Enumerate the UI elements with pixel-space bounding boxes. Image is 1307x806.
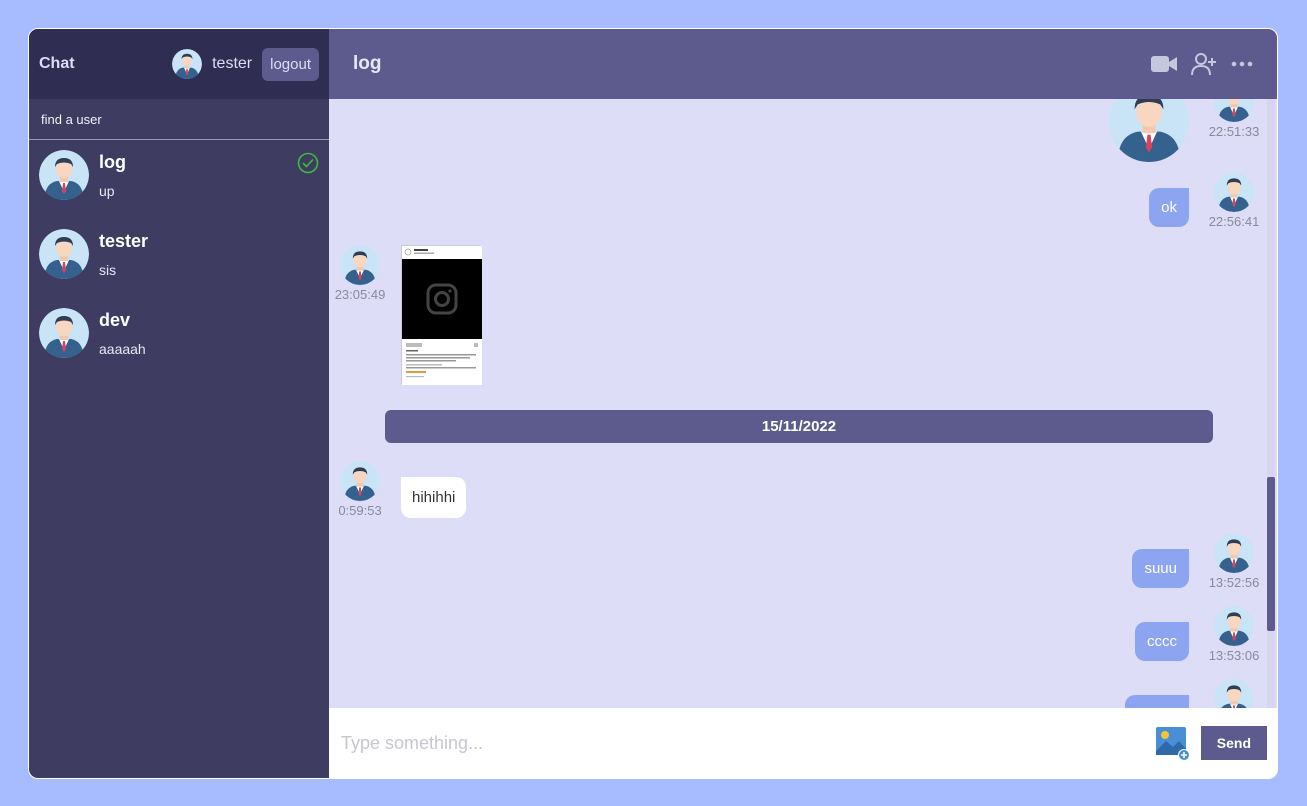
chat-info: log up [99,150,126,199]
message-owner: ok 22:56:41 [1149,172,1259,229]
message-meta: 0:59:53 [338,461,382,518]
message-input-bar: Send [329,708,1277,778]
send-button[interactable]: Send [1200,726,1267,760]
avatar [1214,606,1254,646]
message-image[interactable] [1109,99,1189,162]
message-meta: 22:56:41 [1209,172,1259,229]
avatar [340,245,380,285]
message-time: 22:56:41 [1208,214,1260,229]
message-other: 23:05:49 [335,245,482,385]
chat-name: log [99,152,126,172]
message-other: 0:59:53 hihihhi [338,461,467,518]
chat-item-tester[interactable]: tester sis [29,219,329,298]
logout-button[interactable]: logout [262,47,319,81]
add-user-icon[interactable] [1191,52,1217,76]
messages-scrollbar[interactable] [1267,99,1275,708]
last-message: sis [99,262,117,278]
chat-name: dev [99,310,131,330]
messages-list[interactable]: 22:51:33 ok 22:56:41 23:05:49 15/11/2022… [329,99,1277,708]
current-user: tester logout [172,47,319,81]
chat-item-dev[interactable]: dev aaaaah [29,298,329,377]
chat-header: log [329,29,1277,99]
message-owner: 22:51:33 [1109,99,1259,162]
message-meta: 13:53:06 [1209,606,1259,663]
last-message: up [99,183,115,199]
navbar: Chat tester logout [29,29,329,99]
more-icon[interactable] [1231,61,1253,67]
message-image[interactable] [401,245,482,385]
chat-panel: log 22:51:33 ok 22:56:41 23:05:49 15/11/… [329,29,1277,778]
chat-app: Chat tester logout log up tester [28,28,1278,779]
message-meta: 23:05:49 [335,245,385,302]
chat-item-log[interactable]: log up [29,140,329,219]
message-bubble [1125,695,1189,708]
avatar [1214,679,1254,708]
avatar [39,308,89,358]
message-input[interactable] [341,732,1155,754]
date-separator: 15/11/2022 [385,410,1213,443]
message-owner: suuu 13:52:56 [1132,533,1259,590]
message-meta: 22:51:33 [1209,99,1259,139]
chat-name: tester [99,231,149,251]
video-camera-icon[interactable] [1151,55,1177,73]
message-owner: cccc 13:53:06 [1135,606,1259,663]
avatar [340,461,380,501]
sidebar: Chat tester logout log up tester [29,29,329,778]
search-input[interactable] [29,99,329,139]
chat-title: log [353,53,382,74]
avatar [1214,533,1254,573]
current-user-name: tester [212,55,253,72]
avatar [1214,99,1254,122]
chat-info: dev aaaaah [99,308,146,357]
message-time: 0:59:53 [338,503,382,518]
message-time: 13:52:56 [1208,575,1260,590]
chat-actions [1151,52,1253,76]
last-message: aaaaah [99,341,146,357]
avatar [39,150,89,200]
message-meta: 13:52:56 [1209,533,1259,590]
check-circle-icon [297,152,319,174]
message-meta [1209,679,1259,708]
avatar [39,229,89,279]
attach-image-icon[interactable] [1155,725,1191,761]
message-bubble: suuu [1132,549,1189,588]
avatar [1214,172,1254,212]
message-bubble: cccc [1135,622,1189,661]
chat-info: tester sis [99,229,148,278]
message-time: 13:53:06 [1208,648,1260,663]
user-avatar [172,49,202,79]
message-owner [1125,679,1259,708]
message-bubble: ok [1149,188,1189,227]
scrollbar-thumb[interactable] [1267,477,1275,631]
message-bubble: hihihhi [401,477,467,518]
user-search [29,99,329,140]
message-time: 23:05:49 [334,287,386,302]
app-logo: Chat [39,55,75,72]
message-time: 22:51:33 [1208,124,1260,139]
